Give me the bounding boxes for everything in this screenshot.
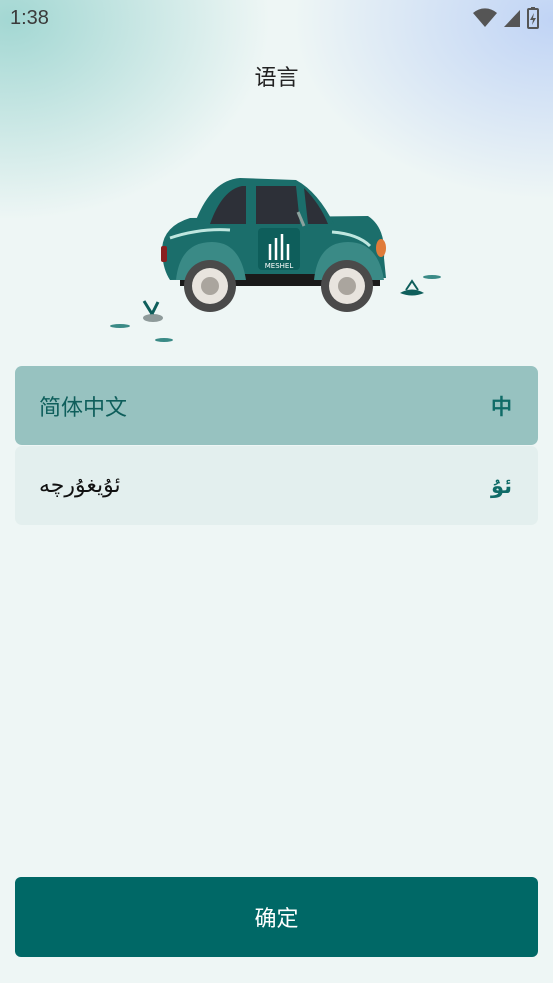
language-name: ئۇيغۇرچە [39,473,121,498]
language-option-simplified-chinese[interactable]: 简体中文 中 [15,366,538,445]
ground-splash [155,338,173,342]
wheel-icon [184,260,236,312]
battery-icon [527,7,539,29]
wifi-icon [473,8,497,27]
status-time: 1:38 [10,7,49,29]
car-window [304,188,328,224]
taillight [161,246,167,262]
car-illustration: MESHEL [110,178,441,342]
wheel-icon [321,260,373,312]
rock-icon [143,314,163,322]
sprout-icon [142,300,160,315]
language-name: 简体中文 [39,395,128,421]
headlight [376,239,386,257]
language-badge: 中 [491,394,512,419]
status-icons [473,7,539,29]
car-logo-text: MESHEL [265,262,294,270]
language-badge: ئۇ [490,473,512,498]
car-window [256,186,300,224]
lily-pad-icon [400,289,424,296]
cellular-signal-icon [504,10,520,27]
confirm-button[interactable]: 确定 [15,877,538,957]
language-option-uyghur[interactable]: ئۇيغۇرچە ئۇ [15,446,538,525]
ground-splash [110,324,130,328]
ground-splash [423,275,441,279]
status-bar: 1:38 [0,0,553,36]
page-title: 语言 [254,66,299,91]
